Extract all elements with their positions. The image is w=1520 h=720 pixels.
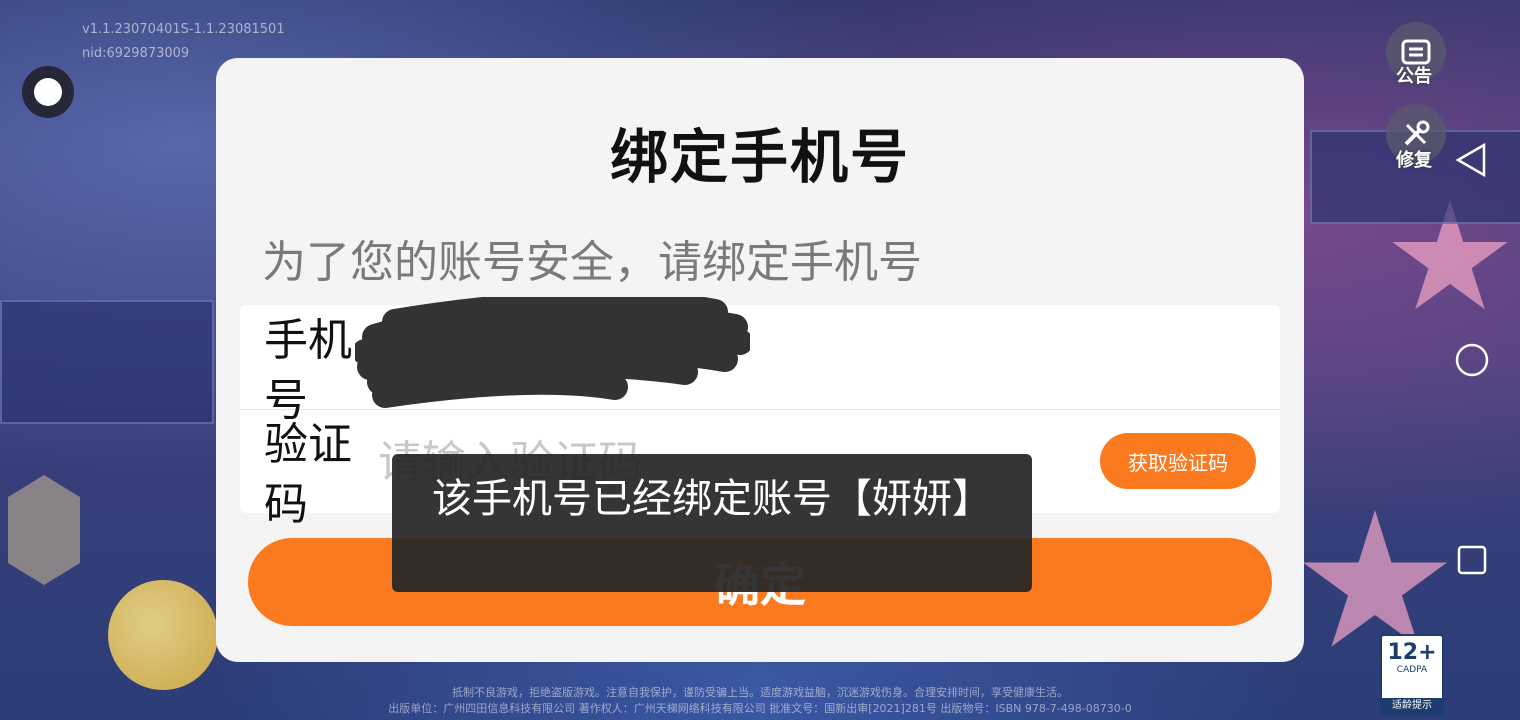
notice-label: 公告 [1396, 66, 1432, 87]
footer-publisher: 出版单位：广州四田信息科技有限公司 著作权人：广州天梯网络科技有限公司 批准文号… [388, 702, 1132, 715]
repair-label: 修复 [1396, 150, 1432, 171]
version-line: v1.1.23070401S-1.1.23081501 [82, 22, 285, 37]
toast-message: 该手机号已经绑定账号【妍妍】 [392, 454, 1032, 592]
dialog-title: 绑定手机号 [609, 123, 910, 191]
float-ball-icon[interactable] [22, 66, 74, 118]
background-panel [0, 300, 214, 424]
background-moon [108, 580, 218, 690]
nav-recent-icon[interactable] [1456, 544, 1488, 576]
compass-decoration [8, 475, 80, 585]
age-rating-num: 12+ [1387, 640, 1437, 665]
age-rating-tip: 适龄提示 [1382, 698, 1442, 714]
get-code-button[interactable]: 获取验证码 [1100, 433, 1256, 489]
phone-input[interactable] [376, 327, 940, 389]
nav-back-icon[interactable] [1454, 142, 1488, 178]
footer-warning: 抵制不良游戏，拒绝盗版游戏。注意自我保护，谨防受骗上当。适度游戏益脑，沉迷游戏伤… [452, 686, 1068, 699]
age-rating-badge: 12+ CADPA 适龄提示 [1380, 634, 1444, 716]
phone-row: 手机号 [240, 297, 1280, 426]
nav-home-icon[interactable] [1454, 342, 1490, 378]
age-rating-org: CADPA [1396, 665, 1428, 675]
code-label: 验证码 [264, 419, 352, 530]
dialog-subtitle: 为了您的账号安全，请绑定手机号 [262, 237, 922, 288]
